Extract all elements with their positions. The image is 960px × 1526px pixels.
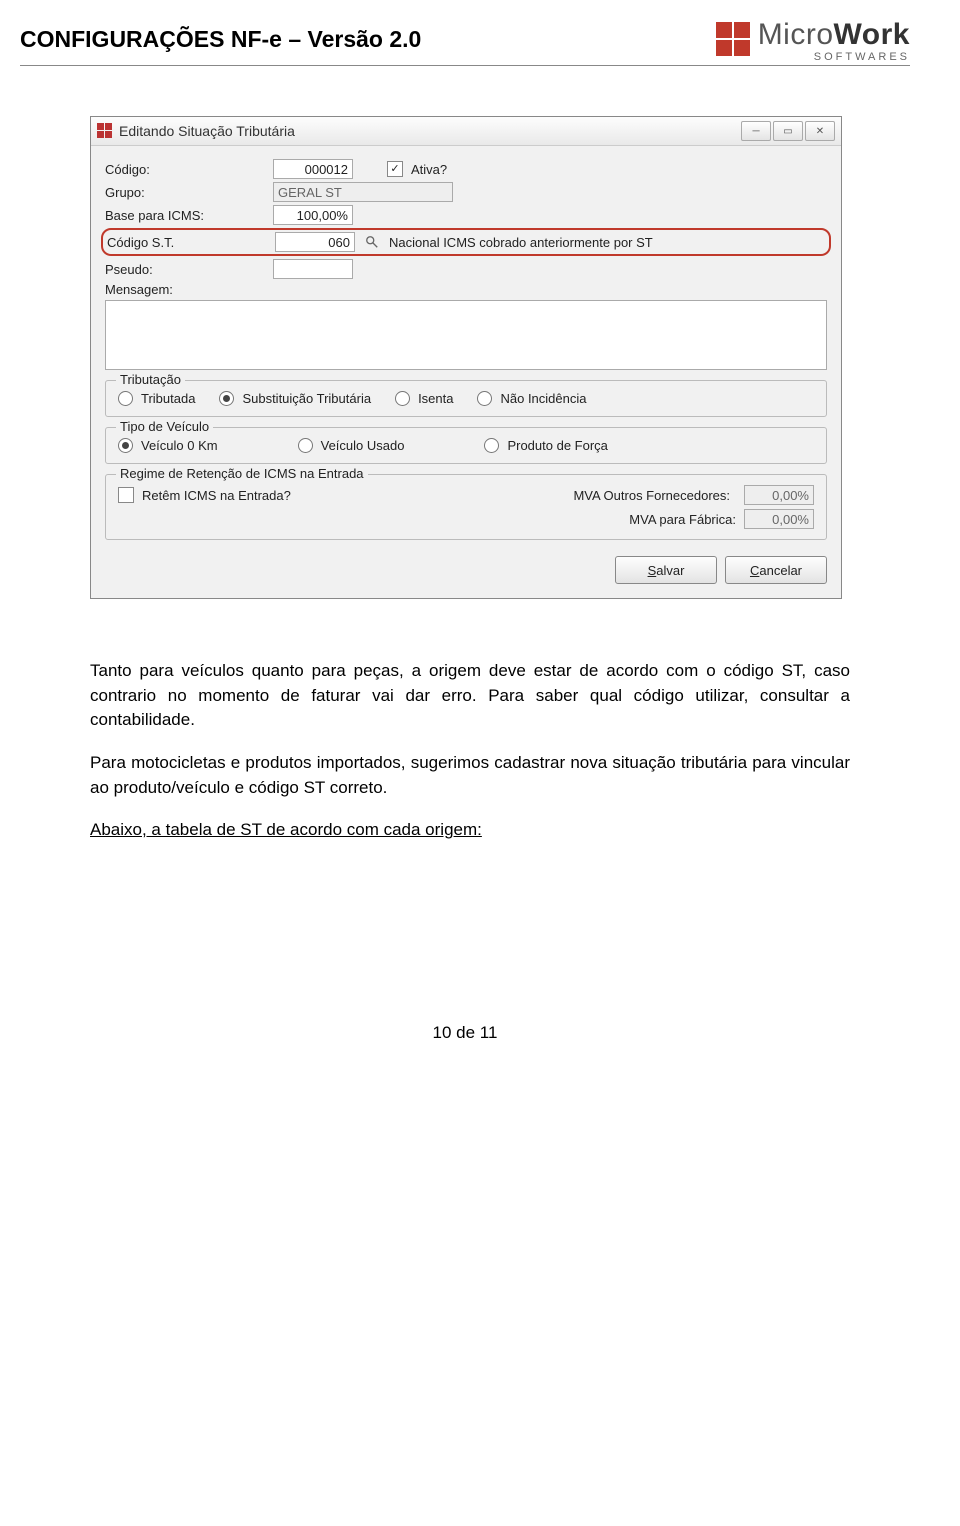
logo-subtext: SOFTWARES	[758, 52, 910, 63]
body-paragraph-2: Para motocicletas e produtos importados,…	[90, 751, 850, 800]
row-codigo-st-highlighted: Código S.T. 060 Nacional ICMS cobrado an…	[101, 228, 831, 256]
radio-veiculo-0km-label: Veículo 0 Km	[141, 438, 218, 453]
group-tributacao: Tributação Tributada Substituição Tribut…	[105, 380, 827, 417]
codigo-st-description: Nacional ICMS cobrado anteriormente por …	[389, 235, 653, 250]
cancel-button[interactable]: Cancelar	[725, 556, 827, 584]
logo-text-light: Micro	[758, 18, 834, 51]
body-paragraph-3: Abaixo, a tabela de ST de acordo com cad…	[90, 818, 850, 843]
save-button[interactable]: Salvar	[615, 556, 717, 584]
radio-substituicao[interactable]: Substituição Tributária	[219, 391, 371, 406]
label-codigo: Código:	[105, 162, 265, 177]
radio-isenta[interactable]: Isenta	[395, 391, 453, 406]
checkbox-retem-icms[interactable]	[118, 487, 134, 503]
window-maximize-button[interactable]: ▭	[773, 121, 803, 141]
checkbox-ativa[interactable]: ✓	[387, 161, 403, 177]
radio-substituicao-label: Substituição Tributária	[242, 391, 371, 406]
lookup-icon[interactable]	[363, 233, 381, 251]
brand-logo: MicroWork SOFTWARES	[716, 20, 910, 63]
radio-nao-incidencia[interactable]: Não Incidência	[477, 391, 586, 406]
radio-produto-forca[interactable]: Produto de Força	[484, 438, 607, 453]
page-header: CONFIGURAÇÕES NF-e – Versão 2.0 MicroWor…	[20, 20, 910, 66]
body-paragraph-1: Tanto para veículos quanto para peças, a…	[90, 659, 850, 733]
radio-tributada-label: Tributada	[141, 391, 195, 406]
logo-mark-icon	[716, 22, 750, 56]
window-minimize-button[interactable]: ─	[741, 121, 771, 141]
page-number: 10 de 11	[20, 1023, 910, 1043]
label-mensagem: Mensagem:	[105, 282, 265, 297]
label-base-icms: Base para ICMS:	[105, 208, 265, 223]
input-mva-fabrica: 0,00%	[744, 509, 814, 529]
input-pseudo[interactable]	[273, 259, 353, 279]
radio-veiculo-usado[interactable]: Veículo Usado	[298, 438, 405, 453]
label-mva-fabrica: MVA para Fábrica:	[118, 512, 736, 527]
group-tipo-veiculo: Tipo de Veículo Veículo 0 Km Veículo Usa…	[105, 427, 827, 464]
label-grupo: Grupo:	[105, 185, 265, 200]
textarea-mensagem[interactable]	[105, 300, 827, 370]
radio-veiculo-0km[interactable]: Veículo 0 Km	[118, 438, 218, 453]
logo-text-bold: Work	[834, 18, 910, 51]
input-mva-outros: 0,00%	[744, 485, 814, 505]
dialog-title: Editando Situação Tributária	[119, 123, 735, 139]
radio-tributada[interactable]: Tributada	[118, 391, 195, 406]
radio-veiculo-usado-label: Veículo Usado	[321, 438, 405, 453]
group-regime-retencao: Regime de Retenção de ICMS na Entrada Re…	[105, 474, 827, 540]
input-codigo-st[interactable]: 060	[275, 232, 355, 252]
header-title: CONFIGURAÇÕES NF-e – Versão 2.0	[20, 20, 421, 53]
radio-isenta-label: Isenta	[418, 391, 453, 406]
label-pseudo: Pseudo:	[105, 262, 265, 277]
label-mva-outros: MVA Outros Fornecedores:	[330, 488, 736, 503]
input-codigo[interactable]: 000012	[273, 159, 353, 179]
label-retem-icms: Retêm ICMS na Entrada?	[142, 488, 322, 503]
label-ativa: Ativa?	[411, 162, 447, 177]
group-regime-retencao-title: Regime de Retenção de ICMS na Entrada	[116, 466, 368, 481]
group-tipo-veiculo-title: Tipo de Veículo	[116, 419, 213, 434]
dialog-titlebar: Editando Situação Tributária ─ ▭ ✕	[91, 117, 841, 146]
app-icon	[97, 123, 113, 139]
dialog-window: Editando Situação Tributária ─ ▭ ✕ Códig…	[90, 116, 842, 599]
radio-nao-incidencia-label: Não Incidência	[500, 391, 586, 406]
window-close-button[interactable]: ✕	[805, 121, 835, 141]
radio-produto-forca-label: Produto de Força	[507, 438, 607, 453]
input-grupo: GERAL ST	[273, 182, 453, 202]
label-codigo-st: Código S.T.	[107, 235, 267, 250]
group-tributacao-title: Tributação	[116, 372, 185, 387]
input-base-icms[interactable]: 100,00%	[273, 205, 353, 225]
